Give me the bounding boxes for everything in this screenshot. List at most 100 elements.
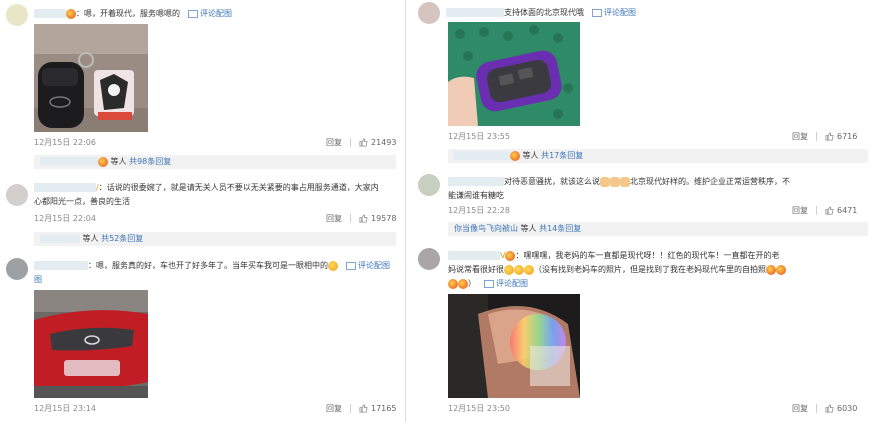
timestamp: 12月15日 22:06 (34, 138, 96, 147)
comment-text: ：话说的很委婉了，就是请无关人员不要以无关紧要的事占用服务通道，大家内 (98, 183, 379, 192)
reply-button[interactable]: 回复 (326, 404, 342, 413)
comment-text-cont: 北京现代好样的。维护企业正常运营秩序，不 (630, 177, 790, 186)
username-blurred[interactable] (448, 251, 500, 260)
comment-text-line-2: 心都阳光一点，善良的生活 (34, 197, 130, 206)
username-blurred[interactable] (40, 234, 80, 243)
laugh-emoji-icon (448, 278, 458, 289)
separator (350, 138, 351, 147)
thumbs-up-icon[interactable] (359, 404, 368, 413)
thumbs-up-icon[interactable] (359, 138, 368, 147)
like-count: 6471 (837, 206, 858, 215)
thumbs-up-icon[interactable] (825, 132, 834, 141)
timestamp: 12月15日 23:14 (34, 404, 96, 413)
thumbs-up-icon[interactable] (359, 214, 368, 223)
separator (816, 404, 817, 413)
face-emoji-icon (510, 150, 520, 161)
avatar[interactable] (6, 184, 28, 206)
comment-image-link[interactable]: 评论配图 (592, 8, 636, 17)
avatar[interactable] (6, 258, 28, 280)
comment-image-link[interactable]: 评论配图 (188, 9, 232, 18)
thumbs-up-icon[interactable] (825, 206, 834, 215)
reply-count-link[interactable]: 共17条回复 (541, 151, 583, 160)
reply-summary[interactable]: 等人 共52条回复 (34, 232, 396, 246)
comment-text-line-2: 能谦闹谁有糖吃 (448, 191, 504, 200)
like-count: 19578 (371, 214, 397, 223)
comment-text: ：嗯，开着现代，服务嗯嗯的 (76, 9, 180, 18)
comment-image-link[interactable]: 评论配图 (484, 279, 528, 288)
comment-text-line-2: 妈说常看很好很 （没有找到老妈车的照片，但是找到了我在老妈现代车里的自拍照 (448, 264, 786, 275)
thumbs-up-icon[interactable] (825, 404, 834, 413)
thumbs-up-emoji-icon (620, 176, 630, 187)
comment-text-line: V ：嘿嘿嘿，我老妈的车一直都是现代呀！！红色的现代车！一直都在开的老 (448, 250, 779, 261)
avatar[interactable] (418, 248, 440, 270)
comment-column-right: 支持体面的北京现代哦 评论配图 12月15日 23:55 回复 6716 等人 共1… (412, 0, 872, 422)
selfie-photo[interactable] (448, 294, 580, 398)
reply-button[interactable]: 回复 (792, 206, 808, 215)
reply-summary[interactable]: 你当像鸟飞向被山 等人 共14条回复 (448, 222, 868, 236)
reply-summary[interactable]: 等人 共98条回复 (34, 155, 396, 169)
comment-text: ：嗯，服务真的好，车也开了好多年了。当年买车我可是一眼相中的 (88, 261, 328, 270)
comment-actions: 回复 6716 (792, 131, 857, 142)
laugh-emoji-icon (766, 264, 776, 275)
avatar[interactable] (418, 2, 440, 24)
reply-count-link[interactable]: 共52条回复 (101, 234, 143, 243)
timestamp: 12月15日 22:04 (34, 214, 96, 223)
separator (816, 206, 817, 215)
comment-actions: 回复 6030 (792, 403, 857, 414)
picture-icon (592, 8, 602, 17)
separator (350, 404, 351, 413)
comment-actions: 回复 21493 (326, 137, 396, 148)
comment-text: 支持体面的北京现代哦 (504, 8, 584, 17)
separator (350, 214, 351, 223)
reply-username[interactable]: 你当像鸟飞向被山 (454, 224, 518, 233)
username-blurred[interactable] (34, 9, 66, 18)
timestamp: 12月15日 23:50 (448, 404, 510, 413)
comment-image-link[interactable]: 评论配图 (346, 261, 390, 270)
like-count: 17165 (371, 404, 397, 413)
avatar[interactable] (418, 174, 440, 196)
car-key-photo[interactable] (34, 24, 148, 132)
timestamp: 12月15日 22:28 (448, 206, 510, 215)
reply-button[interactable]: 回复 (326, 214, 342, 223)
comment-text-line: /：话说的很委婉了，就是请无关人员不要以无关紧要的事占用服务通道，大家内 (34, 182, 379, 193)
picture-icon (346, 261, 356, 270)
username-blurred[interactable] (448, 177, 504, 186)
smile-emoji-icon (328, 260, 338, 271)
reply-summary[interactable]: 等人 共17条回复 (448, 149, 868, 163)
username-blurred[interactable] (34, 183, 96, 192)
reply-button[interactable]: 回复 (326, 138, 342, 147)
comment-text-line: 对待恶意骚扰，就该这么说 北京现代好样的。维护企业正常运营秩序，不 (448, 176, 790, 187)
comment-text-line: ：嗯，开着现代，服务嗯嗯的 评论配图 (34, 8, 232, 19)
username-blurred[interactable] (40, 157, 98, 166)
like-count: 6030 (837, 404, 858, 413)
picture-icon (484, 279, 494, 288)
comment-text-line: ：嗯，服务真的好，车也开了好多年了。当年买车我可是一眼相中的 评论配图 (34, 260, 390, 271)
thumbs-up-emoji-icon (600, 176, 610, 187)
username-blurred[interactable] (454, 151, 510, 160)
face-emoji-icon (98, 156, 108, 167)
like-count: 21493 (371, 138, 397, 147)
red-car-photo[interactable] (34, 290, 148, 398)
comment-actions: 回复 19578 (326, 213, 396, 224)
comment-text-line-3: ）评论配图 (448, 278, 528, 289)
column-divider (405, 0, 406, 422)
username-blurred[interactable] (446, 8, 504, 17)
timestamp: 12月15日 23:55 (448, 132, 510, 141)
separator (816, 132, 817, 141)
reply-count-link[interactable]: 共14条回复 (539, 224, 581, 233)
reply-button[interactable]: 回复 (792, 132, 808, 141)
laugh-emoji-icon (458, 278, 468, 289)
reply-button[interactable]: 回复 (792, 404, 808, 413)
thumbs-up-emoji-icon (610, 176, 620, 187)
comment-actions: 回复 17165 (326, 403, 396, 414)
comment-actions: 回复 6471 (792, 205, 857, 216)
picture-icon (188, 9, 198, 18)
image-label[interactable]: 图 (34, 274, 42, 285)
avatar[interactable] (6, 4, 28, 26)
username-blurred[interactable] (34, 261, 88, 270)
comment-text: ：嘿嘿嘿，我老妈的车一直都是现代呀！！红色的现代车！一直都在开的老 (515, 251, 780, 260)
reply-count-link[interactable]: 共98条回复 (129, 157, 171, 166)
comment-text-line: 支持体面的北京现代哦 评论配图 (446, 7, 636, 18)
key-fob-photo[interactable] (448, 22, 580, 126)
like-count: 6716 (837, 132, 858, 141)
